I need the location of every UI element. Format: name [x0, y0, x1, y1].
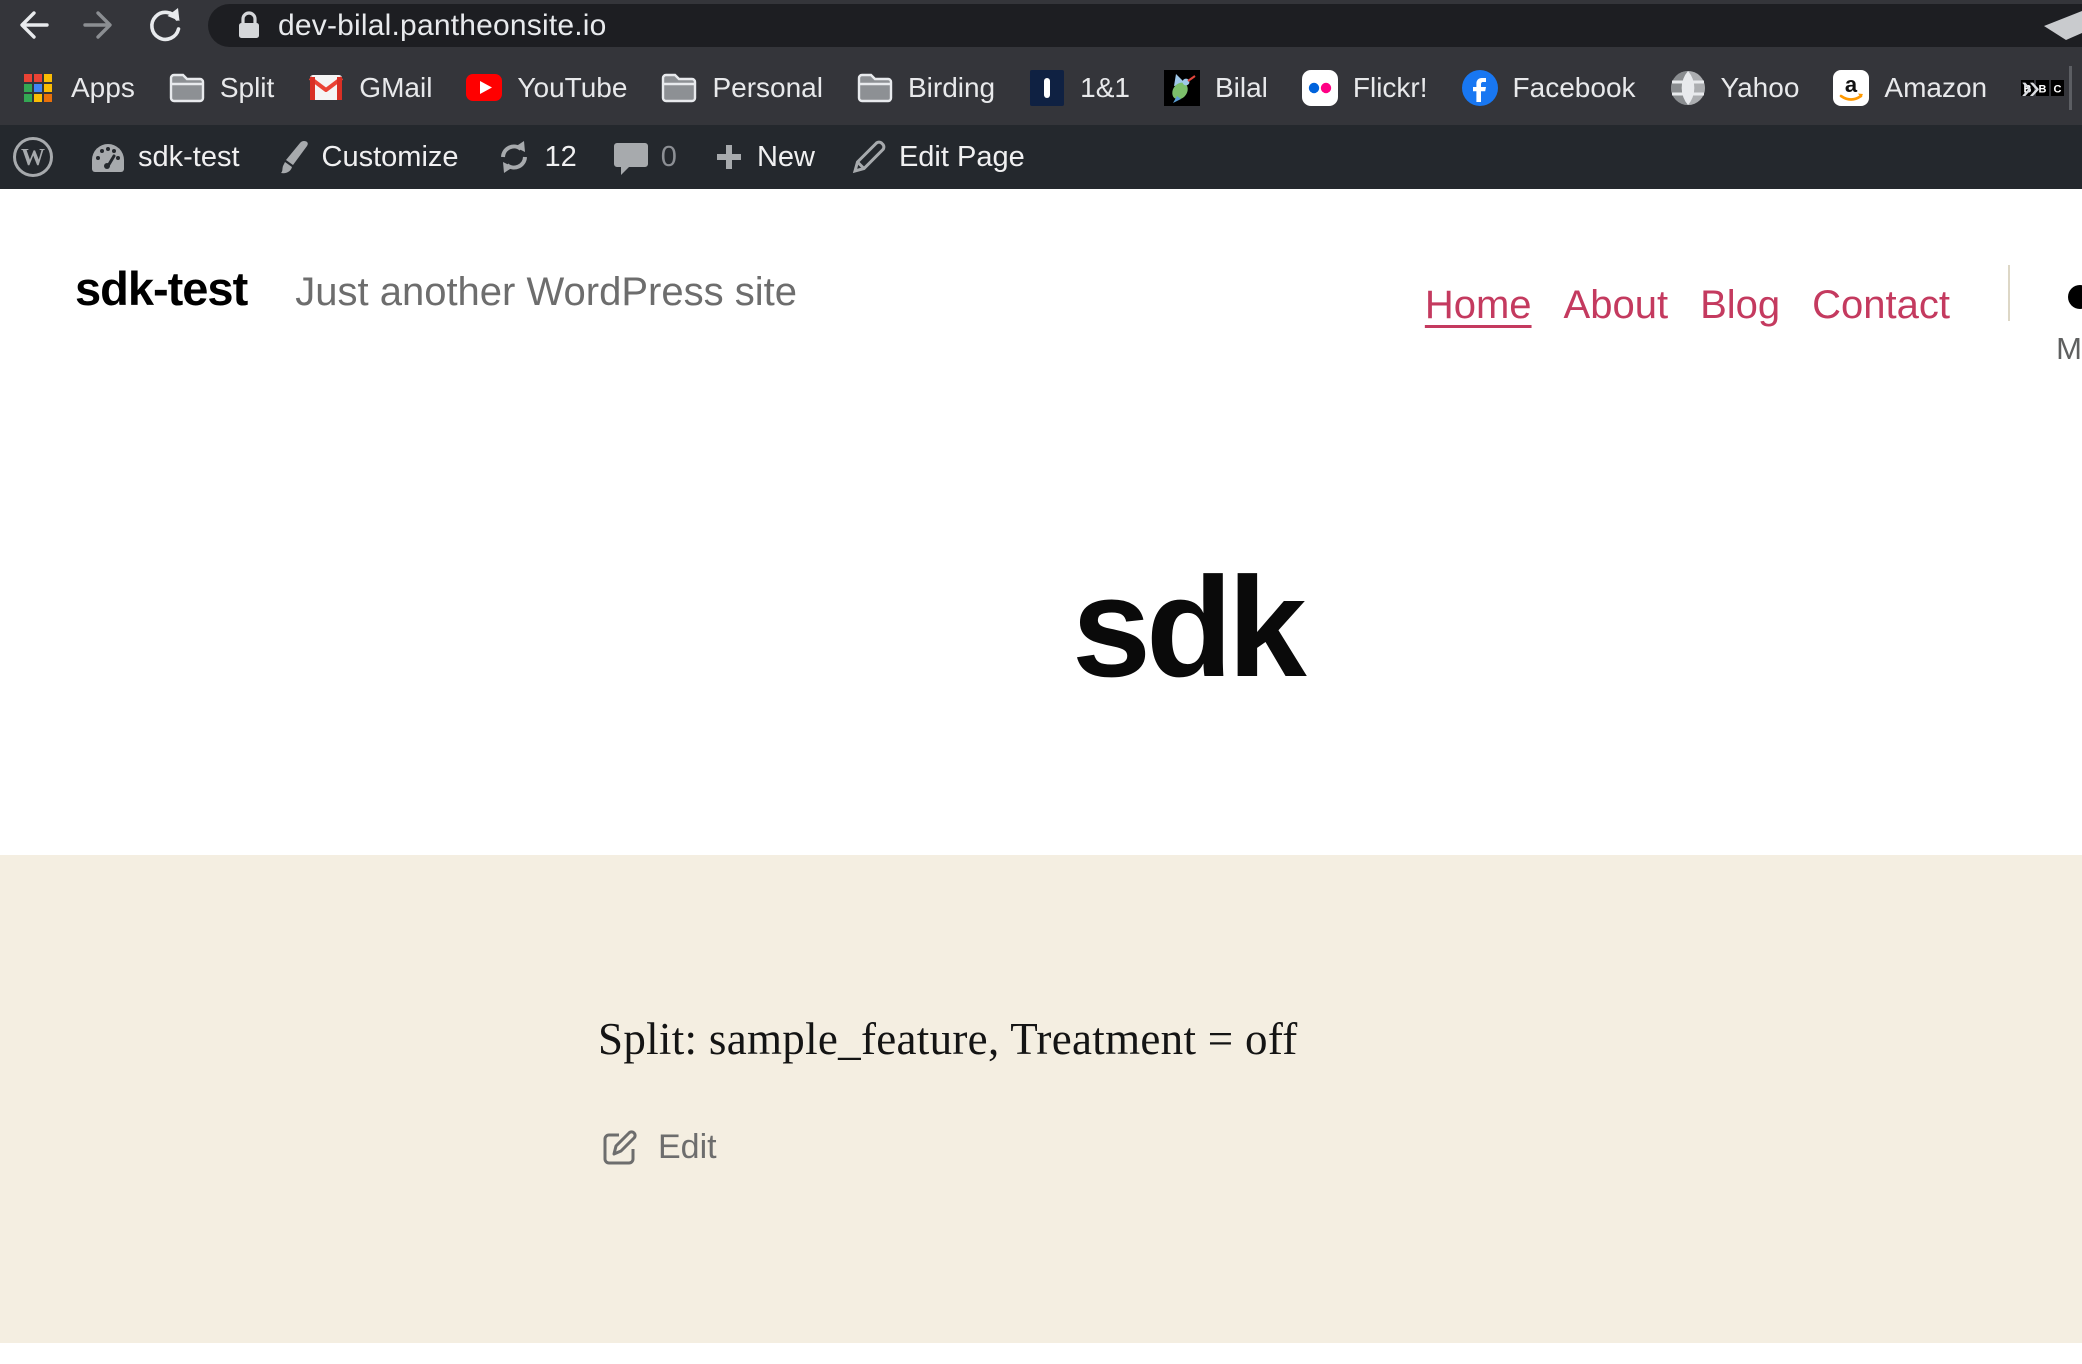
primary-nav: Home About Blog Contact — [1425, 283, 1950, 328]
split-status-text: Split: sample_feature, Treatment = off — [598, 1013, 1298, 1065]
admin-site-name[interactable]: sdk-test — [90, 141, 240, 174]
bookmark-facebook[interactable]: Facebook — [1462, 70, 1636, 106]
admin-updates[interactable]: 12 — [495, 138, 577, 176]
edit-pencil-square-icon — [600, 1127, 640, 1167]
footer-section-start — [0, 1343, 2082, 1364]
updates-refresh-icon — [495, 138, 533, 176]
site-tagline: Just another WordPress site — [295, 270, 797, 315]
admin-updates-count: 12 — [545, 141, 577, 174]
header-divider — [2008, 265, 2010, 321]
bookmark-label: Bilal — [1215, 72, 1268, 104]
bookmark-split-folder[interactable]: Split — [169, 70, 274, 106]
folder-icon — [857, 70, 893, 106]
bookmark-personal-folder[interactable]: Personal — [661, 70, 823, 106]
comment-bubble-icon — [613, 139, 649, 175]
nav-link-home[interactable]: Home — [1425, 283, 1532, 328]
edit-link-label: Edit — [658, 1128, 717, 1167]
apps-grid-icon — [20, 70, 56, 106]
bookmark-label: Birding — [908, 72, 995, 104]
page-content: Split: sample_feature, Treatment = off E… — [0, 855, 2082, 1343]
bookmark-label: GMail — [359, 72, 432, 104]
globe-icon — [1670, 70, 1706, 106]
bookmark-label: 1&1 — [1080, 72, 1130, 104]
bookmark-label: Facebook — [1513, 72, 1636, 104]
bookmark-label: YouTube — [517, 72, 627, 104]
pencil-icon — [851, 139, 887, 175]
back-arrow-icon — [13, 5, 53, 45]
bookmark-label: Amazon — [1884, 72, 1987, 104]
admin-comments-count: 0 — [661, 141, 677, 174]
wordpress-logo-icon: W — [12, 136, 54, 178]
lock-icon — [236, 11, 262, 41]
bookmark-label: Flickr! — [1353, 72, 1428, 104]
bookmark-gmail[interactable]: GMail — [308, 70, 432, 106]
folder-icon — [169, 70, 205, 106]
admin-new-label: New — [757, 141, 815, 174]
folder-icon — [661, 70, 697, 106]
nav-link-contact[interactable]: Contact — [1812, 283, 1950, 328]
nav-link-about[interactable]: About — [1564, 283, 1669, 328]
bookmark-label: Yahoo — [1721, 72, 1800, 104]
bookmark-bilal[interactable]: Bilal — [1164, 70, 1268, 106]
paintbrush-icon — [276, 139, 310, 175]
back-button[interactable] — [0, 0, 66, 50]
bookmarks-bar-divider — [2069, 66, 2072, 110]
oneandone-icon — [1029, 70, 1065, 106]
search-icon[interactable] — [2068, 285, 2082, 309]
admin-edit-page[interactable]: Edit Page — [851, 139, 1025, 175]
site-header: sdk-test Just another WordPress site Hom… — [0, 189, 2082, 855]
forward-arrow-icon — [79, 5, 119, 45]
wp-admin-bar: W sdk-test Customize 12 0 — [0, 125, 2082, 189]
browser-toolbar: dev-bilal.pantheonsite.io — [0, 0, 2082, 50]
svg-text:C: C — [2054, 83, 2062, 95]
bookmark-label: Apps — [71, 72, 135, 104]
bookmark-yahoo[interactable]: Yahoo — [1670, 70, 1800, 106]
bookmark-label: Personal — [712, 72, 823, 104]
facebook-icon — [1462, 70, 1498, 106]
admin-edit-page-label: Edit Page — [899, 141, 1025, 174]
url-text: dev-bilal.pantheonsite.io — [278, 9, 607, 43]
site-title[interactable]: sdk-test — [75, 261, 247, 316]
dashboard-gauge-icon — [90, 142, 126, 172]
bookmark-amazon[interactable]: a Amazon — [1833, 70, 1987, 106]
bookmarks-overflow-chevron[interactable]: » — [2021, 68, 2040, 107]
edit-link[interactable]: Edit — [600, 1127, 717, 1167]
reload-button[interactable] — [132, 0, 198, 50]
reload-icon — [144, 4, 186, 46]
admin-new[interactable]: New — [713, 141, 815, 174]
admin-customize-label: Customize — [322, 141, 459, 174]
gmail-icon — [308, 70, 344, 106]
bookmark-label: Split — [220, 72, 274, 104]
bookmark-birding-folder[interactable]: Birding — [857, 70, 995, 106]
site-logo[interactable]: sdk — [1072, 557, 1302, 699]
wp-logo-menu[interactable]: W — [12, 136, 54, 178]
amazon-icon: a — [1833, 70, 1869, 106]
address-bar[interactable]: dev-bilal.pantheonsite.io — [208, 4, 2082, 47]
admin-comments[interactable]: 0 — [613, 139, 677, 175]
flickr-icon — [1302, 70, 1338, 106]
site-branding: sdk-test Just another WordPress site — [75, 261, 797, 316]
bookmark-apps[interactable]: Apps — [20, 70, 135, 106]
bookmarks-bar: Apps Split GMail YouTube Personal — [0, 50, 2082, 125]
plus-icon — [713, 141, 745, 173]
bookmark-youtube[interactable]: YouTube — [466, 70, 627, 106]
youtube-icon — [466, 70, 502, 106]
forward-button[interactable] — [66, 0, 132, 50]
menu-label-partial[interactable]: M — [2056, 331, 2082, 367]
svg-text:W: W — [21, 145, 45, 171]
nav-link-blog[interactable]: Blog — [1700, 283, 1780, 328]
bookmark-1and1[interactable]: 1&1 — [1029, 70, 1130, 106]
hummingbird-icon — [1164, 70, 1200, 106]
admin-customize[interactable]: Customize — [276, 139, 459, 175]
svg-text:a: a — [1845, 72, 1858, 97]
bookmark-flickr[interactable]: Flickr! — [1302, 70, 1428, 106]
admin-site-name-label: sdk-test — [138, 141, 240, 174]
mouse-cursor — [2044, 11, 2082, 41]
